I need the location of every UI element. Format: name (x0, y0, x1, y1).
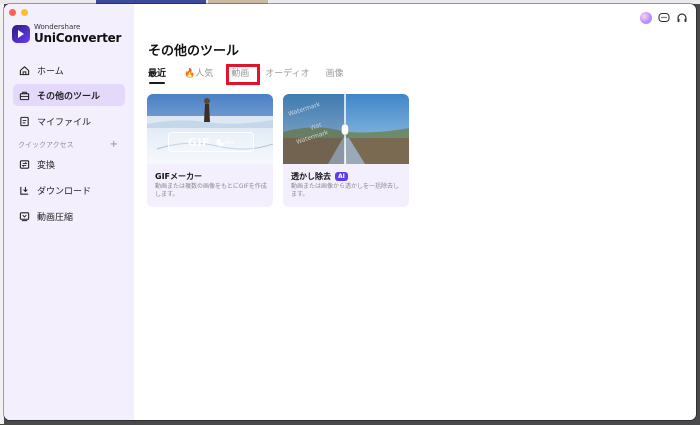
sidebar-item-convert[interactable]: 変換 (13, 153, 125, 175)
file-icon (18, 115, 30, 127)
home-icon (18, 64, 30, 76)
gif-overlay-label: GIF (187, 135, 211, 149)
window-controls (9, 9, 28, 16)
tab-audio[interactable]: オーディオ (265, 64, 309, 81)
card-title: GIFメーカー (155, 171, 202, 182)
sidebar-item-my-files[interactable]: マイファイル (13, 110, 125, 132)
toolbox-icon (18, 89, 30, 101)
watermark-remover-thumbnail: Watermark Watermark Wat (283, 94, 409, 164)
top-toolbar (640, 12, 688, 24)
card-description: 動画または画像から透かしを一括除去します。 (291, 183, 400, 199)
loading-icon (216, 137, 234, 147)
card-title: 透かし除去 AI (291, 171, 348, 182)
card-title-text: 透かし除去 (291, 172, 331, 181)
tab-popular[interactable]: 🔥人気 (184, 64, 213, 81)
avatar (640, 12, 652, 24)
sidebar-item-label: マイファイル (37, 117, 92, 128)
sidebar-item-download[interactable]: ダウンロード (13, 179, 125, 201)
brand: Wondershare UniConverter (12, 24, 121, 44)
tab-recent[interactable]: 最近 (148, 64, 166, 84)
quick-access-section: クイックアクセス + (18, 139, 118, 150)
uniconverter-logo-icon (12, 25, 30, 43)
sidebar-item-label: 動画圧縮 (37, 212, 74, 223)
page-title: その他のツール (148, 44, 240, 59)
brand-title: UniConverter (34, 31, 122, 45)
sidebar-item-label: ダウンロード (37, 186, 92, 197)
card-title-text: GIFメーカー (155, 172, 203, 181)
tool-card-gif-maker[interactable]: GIF GIFメーカー 動画または複数の画像をもとにGIFを作成します。 (147, 94, 273, 207)
app-window: Wondershare UniConverter ホーム その他のツール マイフ… (4, 4, 696, 420)
close-window-button[interactable] (9, 9, 16, 16)
gif-maker-thumbnail: GIF (147, 94, 273, 164)
gif-overlay-badge: GIF (168, 132, 254, 152)
headset-support-icon[interactable] (676, 12, 688, 24)
download-icon (18, 184, 30, 196)
add-quick-access-button[interactable]: + (110, 139, 118, 150)
annotation-highlight-box (226, 64, 260, 85)
sidebar-item-video-compress[interactable]: 動画圧縮 (13, 205, 125, 227)
user-avatar[interactable] (640, 12, 652, 24)
sidebar-item-label: ホーム (37, 66, 64, 77)
tool-card-watermark-remover[interactable]: Watermark Watermark Wat 透かし除去 AI 動画または画像… (283, 94, 409, 207)
sidebar-item-more-tools[interactable]: その他のツール (13, 84, 125, 106)
compress-icon (18, 210, 30, 222)
sidebar: Wondershare UniConverter ホーム その他のツール マイフ… (4, 4, 134, 420)
ai-badge: AI (335, 171, 348, 182)
sidebar-item-label: その他のツール (37, 91, 101, 102)
sidebar-item-label: 変換 (37, 160, 56, 171)
section-heading: クイックアクセス (18, 140, 74, 149)
tab-image[interactable]: 画像 (326, 64, 344, 81)
sidebar-item-home[interactable]: ホーム (13, 59, 125, 81)
message-icon[interactable] (658, 12, 670, 24)
convert-icon (18, 158, 30, 170)
brand-subtitle: Wondershare (34, 23, 81, 31)
minimize-window-button[interactable] (21, 9, 28, 16)
card-description: 動画または複数の画像をもとにGIFを作成します。 (155, 183, 267, 199)
